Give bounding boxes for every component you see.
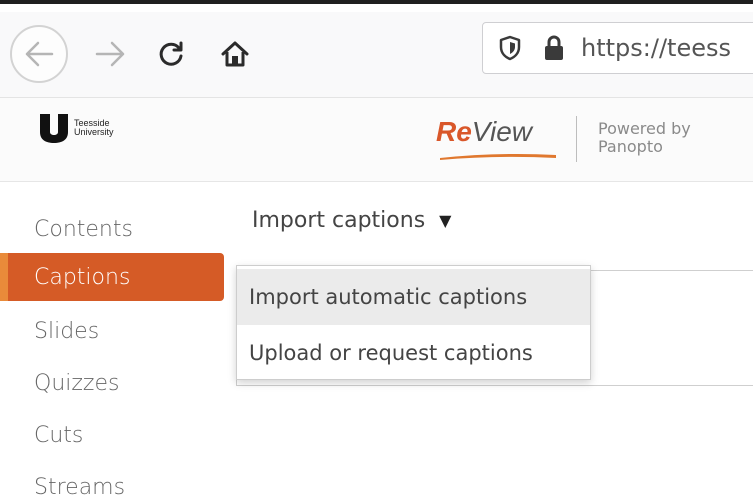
review-swoosh-icon <box>440 154 556 160</box>
university-logo[interactable]: Teesside University <box>38 112 114 144</box>
review-brand-suffix: View <box>471 116 532 147</box>
university-u-icon <box>38 112 70 144</box>
back-button[interactable] <box>10 25 68 83</box>
menu-item-import-automatic-captions[interactable]: Import automatic captions <box>237 269 590 325</box>
review-brand: ReView <box>436 116 532 148</box>
reload-icon <box>159 41 183 66</box>
arrow-right-icon <box>95 41 125 67</box>
window-top-edge <box>0 0 753 12</box>
lock-icon[interactable] <box>543 34 565 62</box>
sidebar-item-streams[interactable]: Streams <box>0 463 224 497</box>
home-icon <box>221 41 249 67</box>
sidebar-item-contents[interactable]: Contents <box>0 205 224 253</box>
header-divider <box>576 116 577 162</box>
review-brand-prefix: Re <box>436 116 472 147</box>
url-text: https://teess <box>581 34 731 62</box>
sidebar-item-captions[interactable]: Captions <box>0 253 224 301</box>
powered-by-panopto: Powered by Panopto <box>598 120 691 156</box>
sidebar-item-slides[interactable]: Slides <box>0 307 224 355</box>
powered-by-line2: Panopto <box>598 137 663 156</box>
caret-down-icon: ▼ <box>439 211 452 230</box>
menu-item-upload-or-request-captions[interactable]: Upload or request captions <box>237 325 590 381</box>
powered-by-line1: Powered by <box>598 119 691 138</box>
reload-button[interactable] <box>150 34 192 74</box>
import-captions-label: Import captions <box>252 208 426 233</box>
forward-button[interactable] <box>88 34 132 74</box>
university-logo-line2: University <box>74 127 114 137</box>
import-captions-dropdown[interactable]: Import captions ▼ <box>252 208 451 233</box>
arrow-left-icon <box>25 41 54 67</box>
sidebar-item-quizzes[interactable]: Quizzes <box>0 359 224 407</box>
import-captions-menu: Import automatic captions Upload or requ… <box>236 265 591 380</box>
sidebar-item-cuts[interactable]: Cuts <box>0 411 224 459</box>
address-bar[interactable]: https://teess <box>482 22 753 74</box>
shield-icon[interactable] <box>497 33 523 63</box>
home-button[interactable] <box>213 34 257 74</box>
